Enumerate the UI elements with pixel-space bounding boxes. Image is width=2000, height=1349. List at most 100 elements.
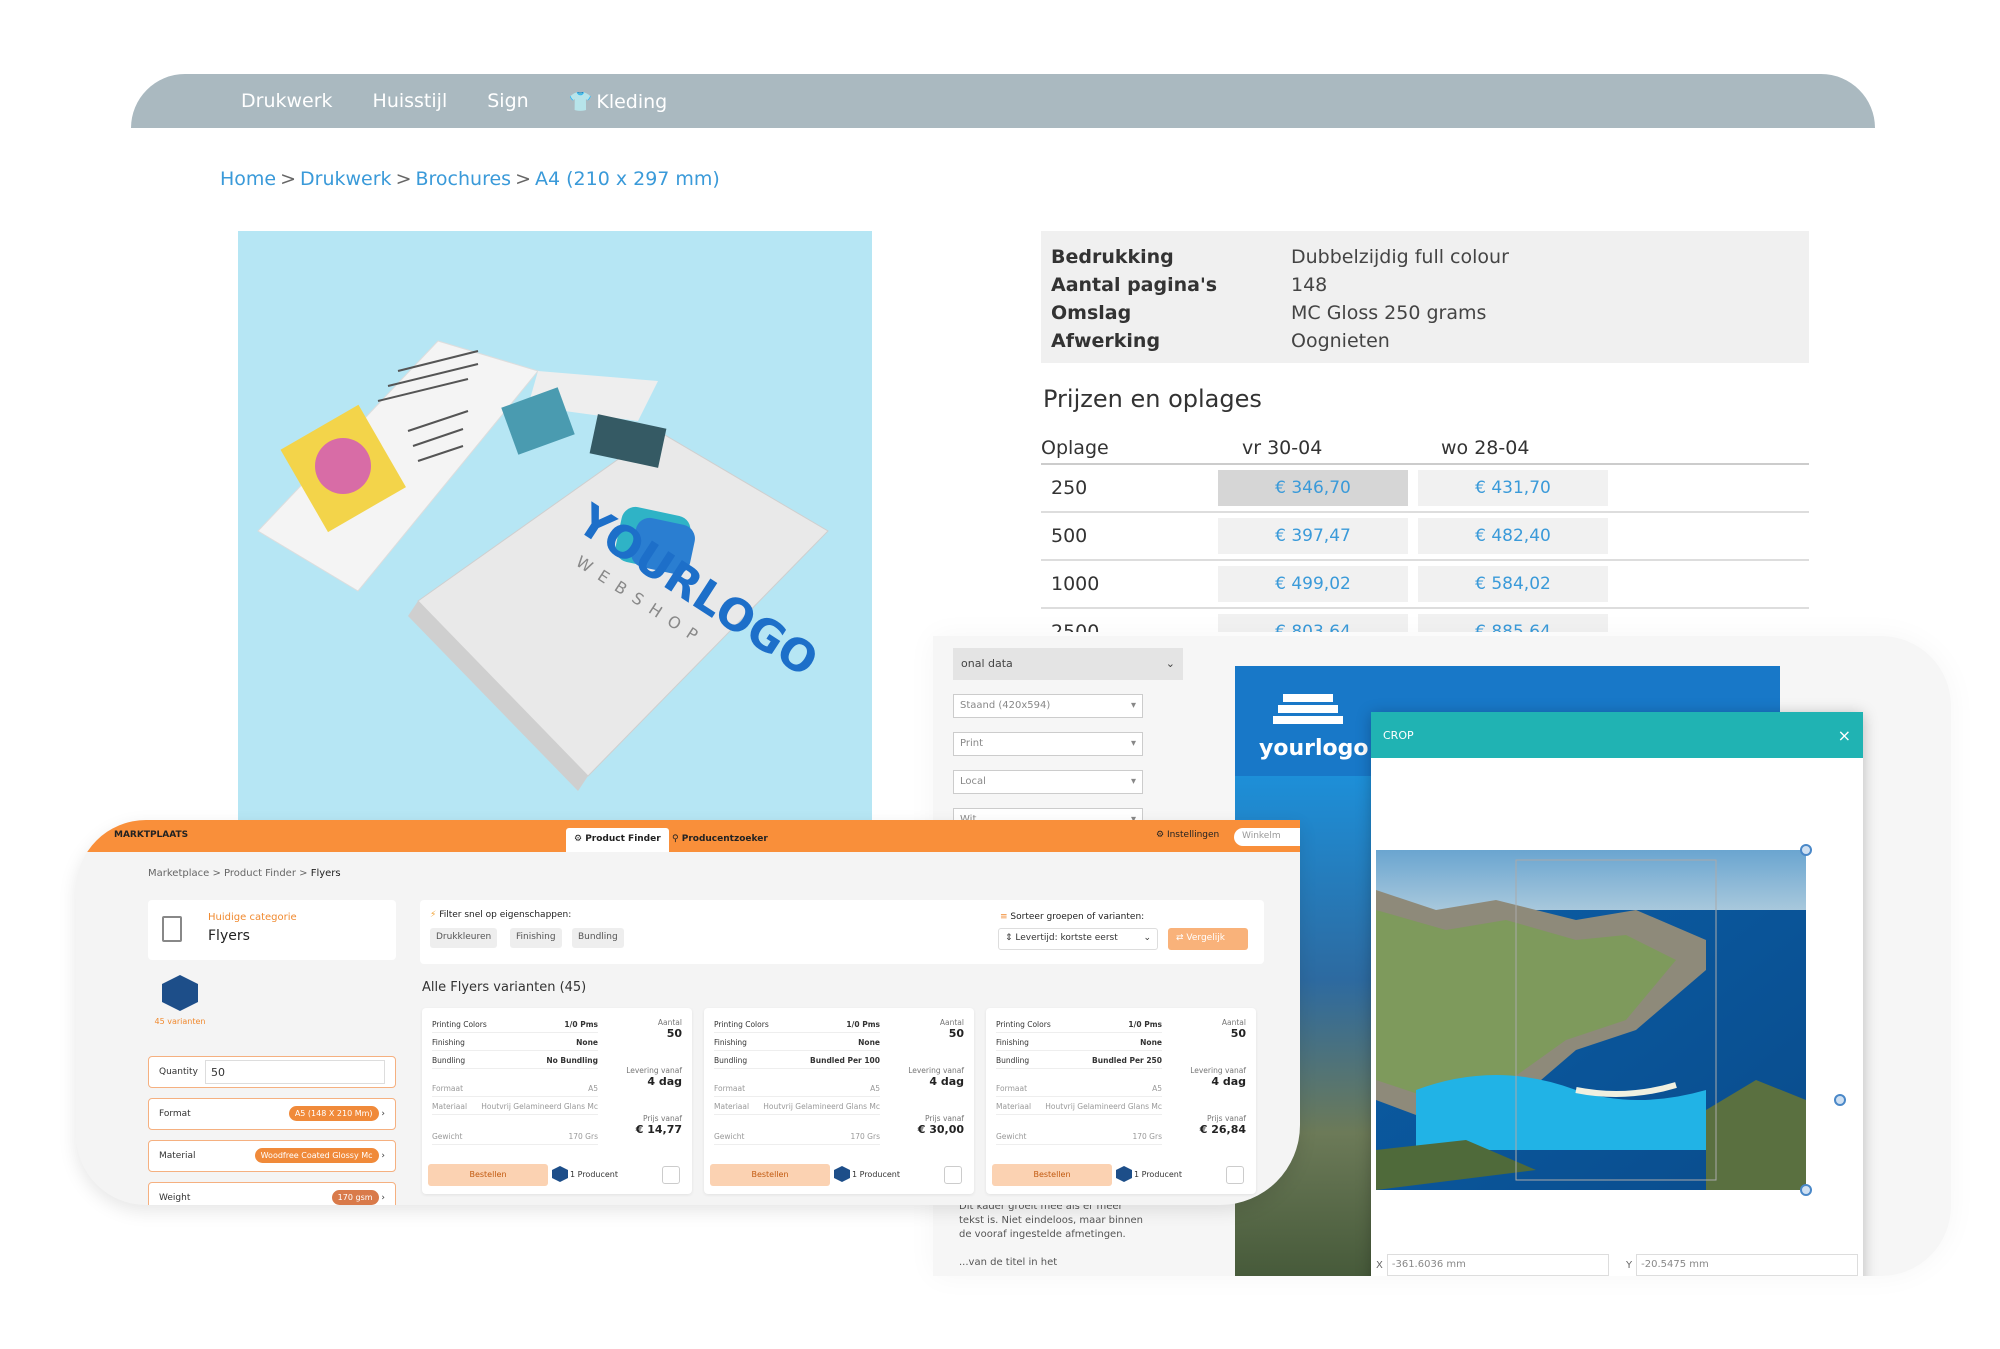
caret-down-icon: ▾ bbox=[1130, 776, 1136, 787]
current-category[interactable]: Huidige categorie Flyers bbox=[148, 900, 396, 960]
variant-card[interactable]: Printing Colors 1/0 Pms Finishing None Bun… bbox=[422, 1008, 692, 1194]
settings-button[interactable]: ⚙ Instellingen bbox=[1156, 830, 1219, 840]
compare-checkbox[interactable] bbox=[944, 1166, 962, 1184]
breadcrumb: Home > Drukwerk > Brochures > A4 (210 x 297 mm… bbox=[220, 168, 720, 190]
crop-image[interactable] bbox=[1376, 850, 1806, 1190]
compare-button[interactable]: ⇄ Vergelijk bbox=[1168, 928, 1248, 950]
tab-product-finder[interactable]: ⚙ Product Finder bbox=[566, 828, 669, 852]
qty: 500 bbox=[1051, 525, 1088, 547]
price-row: 500 € 397,47 € 482,40 bbox=[1041, 513, 1809, 561]
breadcrumb-drukwerk[interactable]: Drukwerk bbox=[300, 168, 392, 190]
price-value: € 26,84 bbox=[1199, 1123, 1246, 1136]
filter-title: ⚡ Filter snel op eigenschappen: bbox=[430, 910, 572, 920]
crumb-flyers: Flyers bbox=[310, 868, 341, 879]
variant-card[interactable]: Printing Colors 1/0 Pms Finishing None Bun… bbox=[704, 1008, 974, 1194]
levering-value: 4 dag bbox=[929, 1075, 964, 1088]
nav-kleding[interactable]: 👕 Kleding bbox=[569, 90, 668, 113]
price-cell[interactable]: € 346,70 bbox=[1218, 470, 1408, 506]
tab-producentzoeker[interactable]: ⚲ Producentzoeker bbox=[664, 828, 776, 852]
section-label: onal data bbox=[961, 657, 1013, 670]
x-label: X bbox=[1376, 1259, 1383, 1271]
marketplace-breadcrumb: Marketplace > Product Finder > Flyers bbox=[148, 868, 341, 879]
producer-count: 1 Producent bbox=[1134, 1170, 1182, 1179]
shirt-icon: 👕 bbox=[568, 90, 593, 113]
price-cell[interactable]: € 803,64 bbox=[1218, 614, 1408, 632]
producer-icon bbox=[834, 1166, 850, 1182]
editor-section-header[interactable]: onal data ⌄ bbox=[953, 648, 1183, 680]
spec-row: Bedrukking Dubbelzijdig full colour bbox=[1051, 243, 1809, 271]
price-cell[interactable]: € 885,64 bbox=[1418, 614, 1608, 632]
levering-value: 4 dag bbox=[1211, 1075, 1246, 1088]
filter-pill: 170 gsm bbox=[331, 1190, 379, 1205]
y-input[interactable]: -20.5475 mm bbox=[1636, 1254, 1859, 1276]
price-cell[interactable]: € 482,40 bbox=[1418, 518, 1608, 554]
filter-material[interactable]: Material Woodfree Coated Glossy Mc › bbox=[148, 1140, 396, 1172]
price-cell[interactable]: € 584,02 bbox=[1418, 566, 1608, 602]
crop-handle[interactable] bbox=[1834, 1094, 1846, 1106]
nav-sign[interactable]: Sign bbox=[487, 90, 528, 112]
format-select[interactable]: Staand (420x594) ▾ bbox=[953, 694, 1143, 718]
chip-bundling[interactable]: Bundling bbox=[572, 928, 624, 948]
quantity-input[interactable]: 50 bbox=[205, 1060, 385, 1084]
nav-huisstijl[interactable]: Huisstijl bbox=[373, 90, 448, 112]
close-icon[interactable]: × bbox=[1838, 726, 1851, 745]
select-value: Print bbox=[960, 738, 984, 749]
price-value: € 14,77 bbox=[635, 1123, 682, 1136]
compare-checkbox[interactable] bbox=[662, 1166, 680, 1184]
filter-bar: ⚡ Filter snel op eigenschappen: Drukkleu… bbox=[420, 900, 1264, 964]
col-date-2: wo 28-04 bbox=[1441, 436, 1530, 459]
poster-logo-text: yourlogo bbox=[1259, 736, 1369, 761]
breadcrumb-home[interactable]: Home bbox=[220, 168, 276, 190]
sort-select[interactable]: ⇕ Levertijd: kortste eerst ⌄ bbox=[998, 928, 1158, 950]
breadcrumb-current[interactable]: A4 (210 x 297 mm) bbox=[535, 168, 720, 190]
price-cell[interactable]: € 431,70 bbox=[1418, 470, 1608, 506]
x-field: X -361.6036 mm bbox=[1376, 1254, 1609, 1276]
chip-drukkleuren[interactable]: Drukkleuren bbox=[430, 928, 498, 948]
order-button[interactable]: Bestellen bbox=[428, 1164, 548, 1186]
crop-dialog-header: CROP × bbox=[1371, 712, 1863, 758]
order-button[interactable]: Bestellen bbox=[710, 1164, 830, 1186]
spec-value: Dubbelzijdig full colour bbox=[1291, 246, 1509, 268]
category-value: Flyers bbox=[208, 928, 250, 944]
price-cell[interactable]: € 397,47 bbox=[1218, 518, 1408, 554]
crop-handle[interactable] bbox=[1800, 844, 1812, 856]
spec-label: Omslag bbox=[1051, 302, 1132, 324]
price-row: 250 € 346,70 € 431,70 bbox=[1041, 465, 1809, 513]
variants-count: 45 varianten bbox=[154, 1017, 206, 1026]
local-select[interactable]: Local ▾ bbox=[953, 770, 1143, 794]
nav-kleding-label: Kleding bbox=[596, 90, 668, 113]
producer-icon bbox=[552, 1166, 568, 1182]
prices-title: Prijzen en oplages bbox=[1043, 385, 1262, 413]
cube-icon bbox=[162, 975, 198, 1011]
breadcrumb-brochures[interactable]: Brochures bbox=[415, 168, 511, 190]
price-cell[interactable]: € 499,02 bbox=[1218, 566, 1408, 602]
crumb-product-finder[interactable]: Product Finder bbox=[224, 868, 296, 879]
producer-count: 1 Producent bbox=[852, 1170, 900, 1179]
producer-icon bbox=[1116, 1166, 1132, 1182]
qty: 2500 bbox=[1051, 621, 1100, 632]
product-image: YOURLOGO WEBSHOP bbox=[238, 231, 872, 821]
aantal-value: 50 bbox=[1230, 1027, 1246, 1040]
caret-down-icon: ▾ bbox=[1130, 738, 1136, 749]
order-button[interactable]: Bestellen bbox=[992, 1164, 1112, 1186]
print-select[interactable]: Print ▾ bbox=[953, 732, 1143, 756]
spec-label: Afwerking bbox=[1051, 330, 1161, 352]
chevron-down-icon: ⌄ bbox=[1165, 657, 1175, 670]
compare-checkbox[interactable] bbox=[1226, 1166, 1244, 1184]
variant-card[interactable]: Printing Colors 1/0 Pms Finishing None Bun… bbox=[986, 1008, 1256, 1194]
filter-label: Material bbox=[159, 1151, 196, 1161]
all-variants-title: Alle Flyers varianten (45) bbox=[422, 980, 587, 995]
gear-icon: ⚙ bbox=[1156, 830, 1165, 840]
cart-button[interactable]: Winkelm bbox=[1234, 828, 1300, 846]
lightning-icon: ⚡ bbox=[430, 910, 437, 920]
spec-row: Omslag MC Gloss 250 grams bbox=[1051, 299, 1809, 327]
crumb-marketplace[interactable]: Marketplace bbox=[148, 868, 209, 879]
filter-pill: Woodfree Coated Glossy Mc bbox=[254, 1148, 379, 1163]
nav-drukwerk[interactable]: Drukwerk bbox=[241, 90, 333, 112]
filter-format[interactable]: Format A5 (148 X 210 Mm) › bbox=[148, 1098, 396, 1130]
category-label: Huidige categorie bbox=[208, 912, 297, 923]
x-input[interactable]: -361.6036 mm bbox=[1386, 1254, 1609, 1276]
chip-finishing[interactable]: Finishing bbox=[510, 928, 562, 948]
crop-handle[interactable] bbox=[1800, 1184, 1812, 1196]
filter-weight[interactable]: Weight 170 gsm › bbox=[148, 1182, 396, 1205]
